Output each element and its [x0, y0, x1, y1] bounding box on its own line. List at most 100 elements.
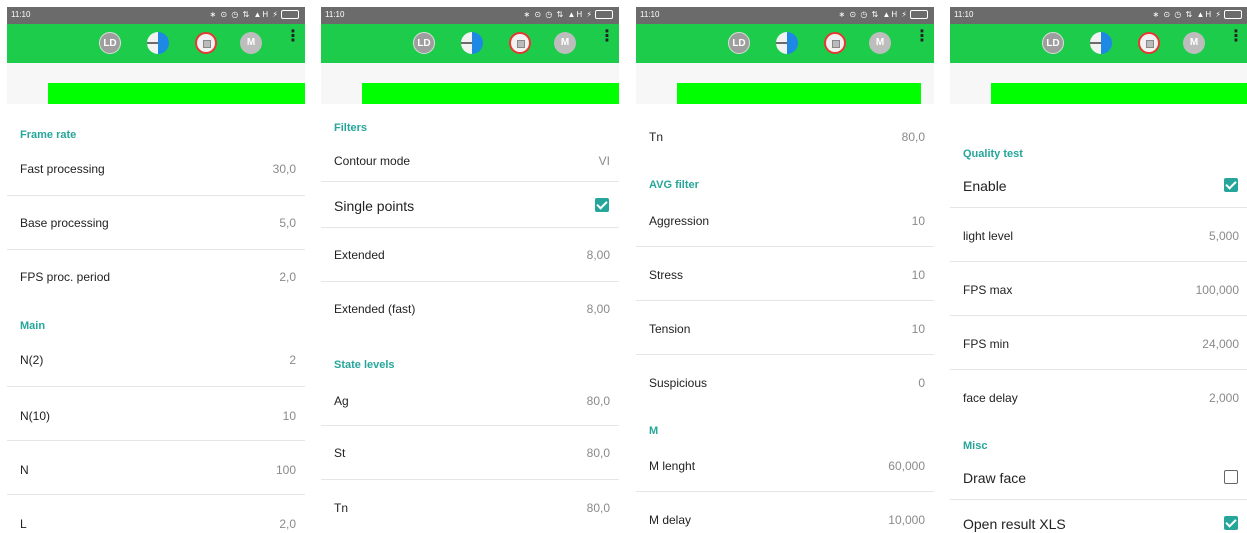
app-bar: LD M ⋮ [7, 24, 305, 63]
setting-value: 80,0 [586, 446, 610, 460]
settings-list: Filters Contour mode VI Single points Ex… [321, 104, 619, 533]
section-m: M [649, 425, 659, 437]
pie-chart-icon[interactable] [147, 32, 169, 54]
setting-value: 60,000 [888, 459, 925, 473]
setting-row-tn[interactable]: Tn 80,0 [321, 480, 619, 533]
setting-value: 24,000 [1202, 337, 1239, 351]
section-frame-rate: Frame rate [20, 129, 77, 141]
more-options-icon[interactable]: ⋮ [599, 29, 615, 45]
enable-checkbox[interactable] [1224, 178, 1238, 192]
setting-row-n2[interactable]: N(2) 2 [7, 333, 305, 387]
setting-row-fast-processing[interactable]: Fast processing 30,0 [7, 142, 305, 196]
setting-row-suspicious[interactable]: Suspicious 0 [636, 355, 934, 409]
setting-row-single-points[interactable]: Single points [321, 182, 619, 228]
ld-avatar-icon[interactable]: LD [413, 32, 435, 54]
setting-label: Extended (fast) [334, 302, 416, 316]
status-icons: ∗ ⊙ ◷ ⇅ ▲H ⚡ [1152, 10, 1242, 20]
m-avatar-icon[interactable]: M [869, 32, 891, 54]
setting-label: Contour mode [334, 154, 411, 168]
setting-label: Extended [334, 248, 385, 262]
setting-row-enable[interactable]: Enable [950, 162, 1247, 208]
setting-row-stress[interactable]: Stress 10 [636, 247, 934, 301]
green-progress-bar [48, 83, 305, 104]
setting-row-face-delay[interactable]: face delay 2,000 [950, 370, 1247, 424]
status-bar: 11:10 ∗ ⊙ ◷ ⇅ ▲H ⚡ [7, 7, 305, 24]
grid-refresh-icon[interactable] [509, 32, 531, 54]
grid-refresh-icon[interactable] [1138, 32, 1160, 54]
setting-row-open-result-xls[interactable]: Open result XLS [950, 500, 1247, 533]
setting-row-tension[interactable]: Tension 10 [636, 301, 934, 355]
setting-value: 10 [911, 322, 925, 336]
m-avatar-icon[interactable]: M [554, 32, 576, 54]
setting-value: 10 [911, 268, 925, 282]
pie-chart-icon[interactable] [776, 32, 798, 54]
setting-row-n10[interactable]: N(10) 10 [7, 387, 305, 441]
setting-row-aggression[interactable]: Aggression 10 [636, 193, 934, 247]
settings-list: Quality test Enable light level 5,000 FP… [950, 104, 1247, 533]
setting-label: Aggression [649, 214, 710, 228]
setting-value: 5,0 [279, 216, 296, 230]
screen-4: 11:10 ∗ ⊙ ◷ ⇅ ▲H ⚡ LD M ⋮ Quality test E… [950, 7, 1247, 533]
section-main: Main [20, 320, 46, 332]
setting-label: M lenght [649, 459, 696, 473]
pie-chart-icon[interactable] [1090, 32, 1112, 54]
setting-label: N(2) [20, 353, 44, 367]
battery-icon [281, 10, 299, 20]
setting-row-ag[interactable]: Ag 80,0 [321, 372, 619, 426]
setting-label: Draw face [963, 470, 1027, 486]
green-progress-bar [677, 83, 921, 104]
section-avg-filter: AVG filter [649, 179, 699, 191]
ld-avatar-icon[interactable]: LD [728, 32, 750, 54]
setting-row-fps-proc-period[interactable]: FPS proc. period 2,0 [7, 250, 305, 304]
setting-row-extended-fast[interactable]: Extended (fast) 8,00 [321, 282, 619, 336]
setting-row-m-lenght[interactable]: M lenght 60,000 [636, 438, 934, 492]
more-options-icon[interactable]: ⋮ [1228, 29, 1244, 45]
setting-row-draw-face[interactable]: Draw face [950, 454, 1247, 500]
draw-face-checkbox[interactable] [1224, 470, 1238, 484]
setting-row-fps-max[interactable]: FPS max 100,000 [950, 262, 1247, 316]
setting-row-l[interactable]: L 2,0 [7, 495, 305, 533]
setting-row-fps-min[interactable]: FPS min 24,000 [950, 316, 1247, 370]
status-bar: 11:10 ∗ ⊙ ◷ ⇅ ▲H ⚡ [321, 7, 619, 24]
setting-value: 100 [275, 463, 296, 477]
section-state-levels: State levels [334, 359, 395, 371]
setting-row-extended[interactable]: Extended 8,00 [321, 228, 619, 282]
section-filters: Filters [334, 122, 368, 134]
setting-value: 10,000 [888, 513, 925, 527]
status-bar: 11:10 ∗ ⊙ ◷ ⇅ ▲H ⚡ [950, 7, 1247, 24]
status-icons-text: ∗ ⊙ ◷ ⇅ ▲H ⚡ [1152, 10, 1222, 19]
setting-value: 8,00 [586, 248, 610, 262]
setting-label: Open result XLS [963, 516, 1066, 532]
setting-row-tn[interactable]: Tn 80,0 [636, 112, 934, 160]
setting-row-base-processing[interactable]: Base processing 5,0 [7, 196, 305, 250]
status-time: 11:10 [325, 10, 345, 19]
status-time: 11:10 [954, 10, 974, 19]
battery-icon [1224, 10, 1242, 20]
status-icons-text: ∗ ⊙ ◷ ⇅ ▲H ⚡ [523, 10, 593, 19]
green-progress-bar [991, 83, 1247, 104]
pie-chart-icon[interactable] [461, 32, 483, 54]
setting-row-st[interactable]: St 80,0 [321, 426, 619, 480]
setting-label: L [20, 517, 27, 531]
m-avatar-icon[interactable]: M [1183, 32, 1205, 54]
ld-avatar-icon[interactable]: LD [99, 32, 121, 54]
grid-refresh-icon[interactable] [195, 32, 217, 54]
setting-row-m-delay[interactable]: M delay 10,000 [636, 492, 934, 533]
status-time: 11:10 [11, 10, 31, 19]
ld-avatar-icon[interactable]: LD [1042, 32, 1064, 54]
app-bar: LD M ⋮ [321, 24, 619, 63]
single-points-checkbox[interactable] [595, 198, 609, 212]
open-result-xls-checkbox[interactable] [1224, 516, 1238, 530]
more-options-icon[interactable]: ⋮ [914, 29, 930, 45]
screen-3: 11:10 ∗ ⊙ ◷ ⇅ ▲H ⚡ LD M ⋮ Tn 80,0 AVG fi… [636, 7, 934, 533]
setting-value: 2,0 [279, 270, 296, 284]
status-bar: 11:10 ∗ ⊙ ◷ ⇅ ▲H ⚡ [636, 7, 934, 24]
more-options-icon[interactable]: ⋮ [285, 29, 301, 45]
setting-row-light-level[interactable]: light level 5,000 [950, 208, 1247, 262]
setting-value: 100,000 [1195, 283, 1239, 297]
grid-refresh-icon[interactable] [824, 32, 846, 54]
m-avatar-icon[interactable]: M [240, 32, 262, 54]
settings-list: Tn 80,0 AVG filter Aggression 10 Stress … [636, 104, 934, 533]
setting-row-contour-mode[interactable]: Contour mode VI [321, 136, 619, 182]
setting-row-n[interactable]: N 100 [7, 441, 305, 495]
